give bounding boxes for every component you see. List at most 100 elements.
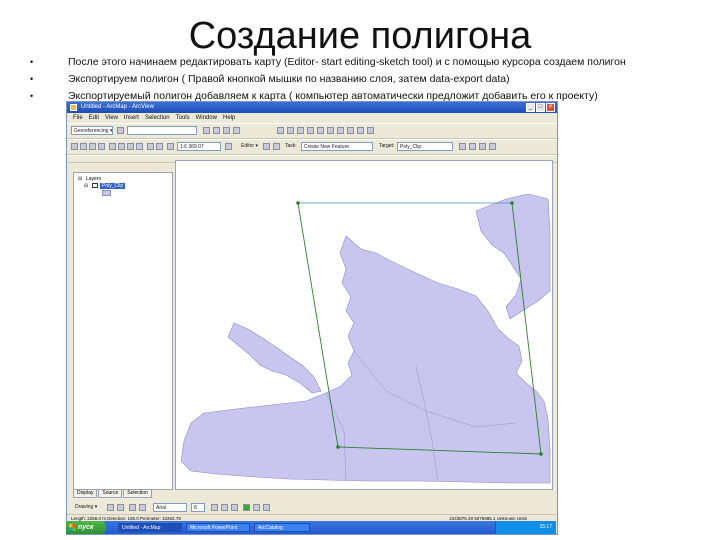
editor-menu[interactable]: Editor ▾ — [239, 142, 261, 151]
undo-icon[interactable] — [147, 143, 154, 150]
drawing-toolbar: Drawing ▾ Arial 8 — [73, 502, 551, 512]
layer-visibility-checkbox[interactable] — [92, 183, 98, 188]
slide-title: Создание полигона — [188, 15, 532, 57]
taskbar-item-arcmap[interactable]: Untitled - ArcMap — [118, 523, 182, 532]
fill-color-icon[interactable] — [243, 504, 250, 511]
map-canvas[interactable] — [176, 161, 552, 489]
edit-tool-icon[interactable] — [263, 143, 270, 150]
toc-layer-poly-clip[interactable]: Poly_Clip — [100, 183, 126, 189]
forward-icon[interactable] — [327, 127, 334, 134]
start-label: пуск — [78, 524, 94, 531]
minimize-button[interactable]: _ — [526, 103, 535, 112]
sketch-vertex — [336, 445, 340, 449]
sketch-properties-icon[interactable] — [489, 143, 496, 150]
close-button[interactable]: × — [546, 103, 555, 112]
bullet-item: • После этого начинаем редактировать кар… — [30, 54, 720, 71]
zoom-out-icon[interactable] — [287, 127, 294, 134]
zoom-in-icon[interactable] — [277, 127, 284, 134]
menu-help[interactable]: Help — [223, 113, 235, 123]
tab-source[interactable]: Source — [98, 490, 123, 498]
link-table-icon[interactable] — [233, 127, 240, 134]
back-icon[interactable] — [317, 127, 324, 134]
layer-symbol-swatch[interactable] — [102, 190, 111, 196]
rotate-element-icon[interactable] — [117, 504, 124, 511]
bullet-glyph: • — [30, 74, 34, 84]
target-label: Target: — [379, 143, 395, 149]
toc-layer-expand-icon[interactable]: ⊟ — [84, 183, 88, 189]
font-color-icon[interactable] — [263, 504, 270, 511]
editor-toolbar-icon[interactable] — [225, 143, 232, 150]
map-scale-field[interactable]: 1:6 369 07 — [177, 142, 221, 151]
menu-edit[interactable]: Edit — [89, 113, 99, 123]
full-extent-icon[interactable] — [307, 127, 314, 134]
attributes-icon[interactable] — [479, 143, 486, 150]
rotate-tool-icon[interactable] — [469, 143, 476, 150]
tab-selection[interactable]: Selection — [123, 490, 152, 498]
standard-editor-toolbar: 1:6 369 07 Editor ▾ Task: Create New Fea… — [67, 139, 557, 155]
open-icon[interactable] — [80, 143, 87, 150]
georeferencing-toolbar: Georeferencing ▾ — [67, 123, 557, 139]
georef-layer-select[interactable] — [127, 126, 197, 135]
taskbar-item-powerpoint[interactable]: Microsoft PowerPoint — [186, 523, 250, 532]
copy-icon[interactable] — [118, 143, 125, 150]
redo-icon[interactable] — [156, 143, 163, 150]
georeferencing-menu[interactable]: Georeferencing ▾ — [71, 126, 113, 135]
layer-icon[interactable] — [117, 127, 124, 134]
arcmap-window: Untitled - ArcMap - ArcView _ □ × File E… — [66, 101, 558, 535]
bullet-glyph: • — [30, 91, 34, 101]
window-titlebar[interactable]: Untitled - ArcMap - ArcView _ □ × — [67, 102, 557, 113]
bullet-item: • Экспортируем полигон ( Правой кнопкой … — [30, 71, 720, 88]
map-display[interactable] — [175, 160, 553, 490]
select-elements-icon[interactable] — [107, 504, 114, 511]
start-button[interactable]: пуск — [66, 521, 106, 534]
print-icon[interactable] — [98, 143, 105, 150]
land-mainland — [180, 235, 551, 484]
bullet-glyph: • — [30, 57, 34, 67]
taskbar: пуск Untitled - ArcMap Microsoft PowerPo… — [66, 521, 556, 534]
underline-icon[interactable] — [231, 504, 238, 511]
paste-icon[interactable] — [127, 143, 134, 150]
toc-expand-icon[interactable]: ⊟ — [78, 176, 82, 182]
tab-display[interactable]: Display — [73, 490, 98, 498]
font-size-select[interactable]: 8 — [191, 503, 205, 512]
menu-file[interactable]: File — [73, 113, 83, 123]
pan-icon[interactable] — [297, 127, 304, 134]
menu-tools[interactable]: Tools — [176, 113, 190, 123]
task-select[interactable]: Create New Feature — [301, 142, 373, 151]
toc-root-layers[interactable]: Layers — [86, 176, 101, 182]
menu-selection[interactable]: Selection — [145, 113, 170, 123]
measure-icon[interactable] — [367, 127, 374, 134]
target-select[interactable]: Poly_Clip — [397, 142, 453, 151]
windows-logo-icon — [69, 524, 76, 531]
menu-window[interactable]: Window — [196, 113, 217, 123]
save-icon[interactable] — [89, 143, 96, 150]
menu-insert[interactable]: Insert — [124, 113, 139, 123]
line-color-icon[interactable] — [253, 504, 260, 511]
rotate-icon[interactable] — [203, 127, 210, 134]
sketch-tool-icon[interactable] — [273, 143, 280, 150]
task-label: Task: — [285, 143, 297, 149]
shift-icon[interactable] — [213, 127, 220, 134]
bold-icon[interactable] — [211, 504, 218, 511]
window-title: Untitled - ArcMap - ArcView — [81, 104, 154, 110]
delete-icon[interactable] — [136, 143, 143, 150]
add-data-icon[interactable] — [167, 143, 174, 150]
select-features-icon[interactable] — [337, 127, 344, 134]
arcmap-app-icon — [70, 104, 77, 111]
identify-icon[interactable] — [347, 127, 354, 134]
menu-bar: File Edit View Insert Selection Tools Wi… — [67, 113, 557, 123]
system-tray: 15:17 — [495, 521, 556, 534]
new-text-icon[interactable] — [139, 504, 146, 511]
new-document-icon[interactable] — [71, 143, 78, 150]
new-rectangle-icon[interactable] — [129, 504, 136, 511]
find-icon[interactable] — [357, 127, 364, 134]
taskbar-item-arccatalog[interactable]: ArcCatalog — [254, 523, 310, 532]
font-select[interactable]: Arial — [153, 503, 187, 512]
maximize-button[interactable]: □ — [536, 103, 545, 112]
cut-icon[interactable] — [109, 143, 116, 150]
split-tool-icon[interactable] — [459, 143, 466, 150]
italic-icon[interactable] — [221, 504, 228, 511]
add-control-points-icon[interactable] — [223, 127, 230, 134]
drawing-menu[interactable]: Drawing ▾ — [73, 503, 103, 512]
menu-view[interactable]: View — [105, 113, 118, 123]
